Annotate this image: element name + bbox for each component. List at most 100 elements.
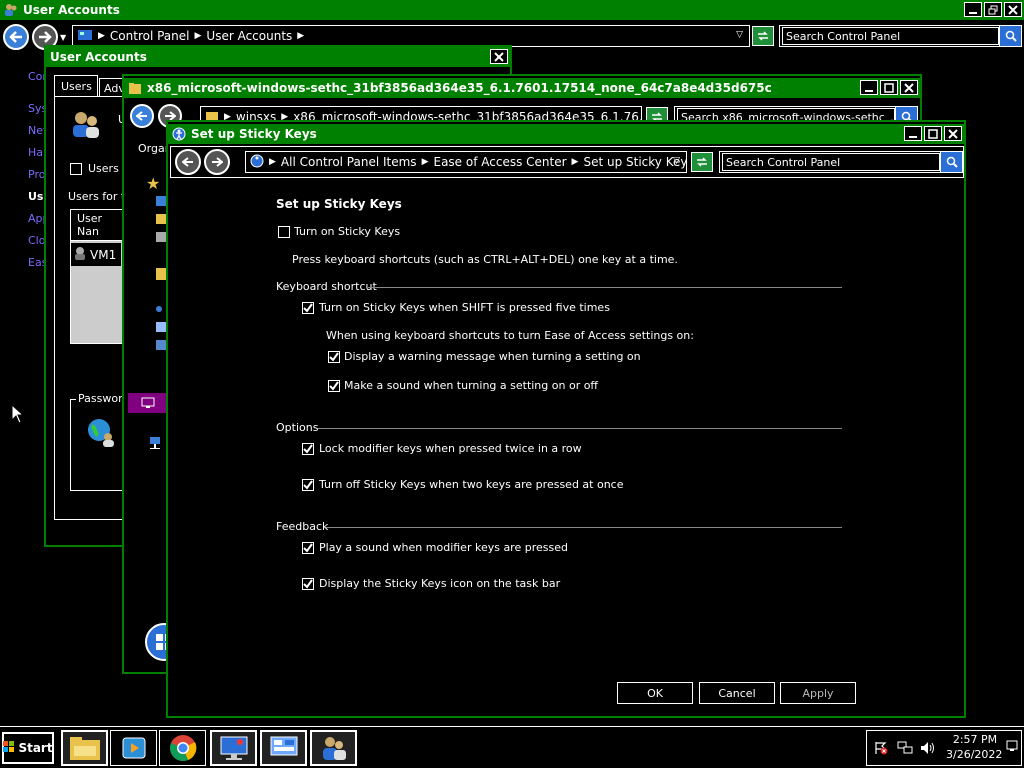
sticky-refresh-button[interactable] bbox=[691, 152, 713, 172]
taskbar: Start 2:57 PM 3/26/2022 bbox=[0, 726, 1024, 768]
back-button[interactable] bbox=[3, 24, 29, 50]
folder-icon bbox=[128, 81, 142, 95]
display-taskbar-icon-checkbox[interactable] bbox=[302, 578, 314, 590]
display-warning-checkbox[interactable] bbox=[328, 351, 340, 363]
make-sound-checkbox[interactable] bbox=[328, 380, 340, 392]
turn-on-sticky-keys-checkbox[interactable] bbox=[278, 226, 290, 238]
users-list[interactable]: User Nan VM1 bbox=[70, 209, 130, 344]
outer-search-box[interactable] bbox=[779, 25, 1022, 47]
lock-modifier-keys-label[interactable]: Lock modifier keys when pressed twice in… bbox=[319, 442, 582, 455]
display-taskbar-icon-label[interactable]: Display the Sticky Keys icon on the task… bbox=[319, 577, 560, 590]
clock-date[interactable]: 3/26/2022 bbox=[946, 748, 1002, 761]
keyboard-shortcut-group-label: Keyboard shortcut bbox=[276, 280, 377, 293]
sticky-nav-bar: ▶ All Control Panel Items ▶ Ease of Acce… bbox=[170, 146, 964, 178]
options-group-label: Options bbox=[276, 421, 319, 434]
user-accounts-icon[interactable] bbox=[310, 730, 357, 766]
control-panel-icon bbox=[77, 28, 93, 45]
sticky-keys-titlebar[interactable]: Set up Sticky Keys bbox=[168, 124, 964, 144]
address-dropdown-icon[interactable]: ▽ bbox=[736, 30, 743, 40]
feedback-divider bbox=[326, 527, 842, 528]
sticky-search-box[interactable] bbox=[719, 151, 963, 173]
breadcrumb-ease-of-access-center[interactable]: Ease of Access Center bbox=[433, 155, 566, 169]
sticky-search-input[interactable] bbox=[722, 153, 940, 171]
user-accounts-dialog-titlebar[interactable]: User Accounts bbox=[46, 47, 510, 67]
show-desktop-button[interactable] bbox=[1006, 739, 1018, 756]
turn-on-sticky-keys-label[interactable]: Turn on Sticky Keys bbox=[294, 225, 400, 238]
user-avatar-icon bbox=[73, 246, 87, 263]
play-sound-modifier-checkbox[interactable] bbox=[302, 542, 314, 554]
control-panel-icon[interactable] bbox=[260, 730, 307, 766]
network-icon bbox=[148, 436, 164, 453]
tab-users[interactable]: Users bbox=[54, 75, 98, 97]
sidebar-link-clock[interactable]: Clo bbox=[28, 234, 45, 247]
recent-pages-chevron-icon[interactable]: ▼ bbox=[60, 33, 66, 42]
sticky-keys-window-title: Set up Sticky Keys bbox=[191, 127, 317, 141]
shift-five-times-checkbox[interactable] bbox=[302, 302, 314, 314]
ok-button[interactable]: OK bbox=[617, 682, 693, 704]
close-button[interactable] bbox=[1004, 2, 1022, 17]
play-sound-modifier-label[interactable]: Play a sound when modifier keys are pres… bbox=[319, 541, 568, 554]
explorer-window-title: x86_microsoft-windows-sethc_31bf3856ad36… bbox=[147, 81, 772, 95]
make-sound-label[interactable]: Make a sound when turning a setting on o… bbox=[344, 379, 598, 392]
media-player-icon[interactable] bbox=[110, 730, 157, 766]
start-button[interactable]: Start bbox=[2, 732, 54, 764]
file-explorer-icon[interactable] bbox=[61, 730, 108, 766]
user-row[interactable]: VM1 bbox=[71, 243, 121, 266]
sticky-forward-button[interactable] bbox=[204, 149, 230, 175]
ease-of-access-icon bbox=[172, 127, 186, 141]
refresh-button[interactable] bbox=[752, 26, 774, 46]
turn-off-two-keys-label[interactable]: Turn off Sticky Keys when two keys are p… bbox=[319, 478, 624, 491]
shift-five-times-label[interactable]: Turn on Sticky Keys when SHIFT is presse… bbox=[319, 301, 610, 314]
explorer-maximize-button[interactable] bbox=[880, 80, 898, 95]
search-icon[interactable] bbox=[999, 26, 1021, 46]
mouse-cursor-icon bbox=[11, 403, 25, 427]
cancel-button[interactable]: Cancel bbox=[699, 682, 775, 704]
password-globe-icon bbox=[86, 417, 116, 450]
outer-search-input[interactable] bbox=[782, 27, 1000, 45]
sidebar-link-programs[interactable]: Pro bbox=[28, 168, 45, 181]
column-user-name[interactable]: User Nan bbox=[71, 210, 129, 241]
outer-window-title: User Accounts bbox=[23, 3, 120, 17]
when-using-shortcuts-text: When using keyboard shortcuts to turn Ea… bbox=[326, 329, 694, 342]
options-divider bbox=[318, 428, 842, 429]
sticky-address-bar[interactable]: ▶ All Control Panel Items ▶ Ease of Acce… bbox=[245, 151, 687, 173]
dialog-close-button[interactable] bbox=[490, 49, 508, 64]
sticky-back-button[interactable] bbox=[175, 149, 201, 175]
breadcrumb-user-accounts[interactable]: User Accounts bbox=[206, 29, 292, 43]
explorer-minimize-button[interactable] bbox=[860, 80, 878, 95]
page-heading: Set up Sticky Keys bbox=[276, 197, 402, 211]
sticky-maximize-button[interactable] bbox=[924, 126, 942, 141]
windows-flag-icon bbox=[3, 740, 15, 756]
clock-time[interactable]: 2:57 PM bbox=[952, 733, 998, 746]
breadcrumb-control-panel[interactable]: Control Panel bbox=[110, 29, 190, 43]
feedback-group-label: Feedback bbox=[276, 520, 329, 533]
sticky-close-button[interactable] bbox=[944, 126, 962, 141]
outer-window-titlebar[interactable]: User Accounts bbox=[0, 0, 1024, 20]
user-accounts-icon bbox=[4, 3, 18, 17]
volume-icon[interactable] bbox=[920, 741, 936, 758]
action-center-flag-icon[interactable] bbox=[874, 741, 888, 758]
explorer-close-button[interactable] bbox=[900, 80, 918, 95]
breadcrumb-all-control-panel-items[interactable]: All Control Panel Items bbox=[281, 155, 417, 169]
users-must-enter-checkbox[interactable] bbox=[70, 163, 82, 175]
apply-button[interactable]: Apply bbox=[780, 682, 856, 704]
user-accounts-dialog-title: User Accounts bbox=[50, 50, 147, 64]
sticky-search-icon[interactable] bbox=[940, 152, 962, 172]
sticky-address-dropdown-icon[interactable]: ▽ bbox=[673, 156, 680, 166]
breadcrumb-set-up-sticky-keys[interactable]: Set up Sticky Keys bbox=[583, 155, 686, 169]
chrome-icon[interactable] bbox=[159, 730, 206, 766]
explorer-back-button[interactable] bbox=[130, 104, 154, 128]
remote-desktop-icon[interactable] bbox=[210, 730, 257, 766]
password-group-label: Passwor bbox=[76, 392, 125, 405]
display-warning-label[interactable]: Display a warning message when turning a… bbox=[344, 350, 641, 363]
lock-modifier-keys-checkbox[interactable] bbox=[302, 443, 314, 455]
turn-off-two-keys-checkbox[interactable] bbox=[302, 479, 314, 491]
minimize-button[interactable] bbox=[964, 2, 982, 17]
nav-pane-selected-item[interactable] bbox=[128, 393, 168, 413]
sticky-minimize-button[interactable] bbox=[904, 126, 922, 141]
explorer-window-titlebar[interactable]: x86_microsoft-windows-sethc_31bf3856ad36… bbox=[124, 78, 920, 98]
restore-button[interactable] bbox=[984, 2, 1002, 17]
network-tray-icon[interactable] bbox=[897, 741, 913, 758]
outer-address-bar[interactable]: ▶ Control Panel ▶ User Accounts ▶ ▽ bbox=[72, 25, 750, 47]
favorites-star-icon: ★ bbox=[146, 174, 161, 193]
